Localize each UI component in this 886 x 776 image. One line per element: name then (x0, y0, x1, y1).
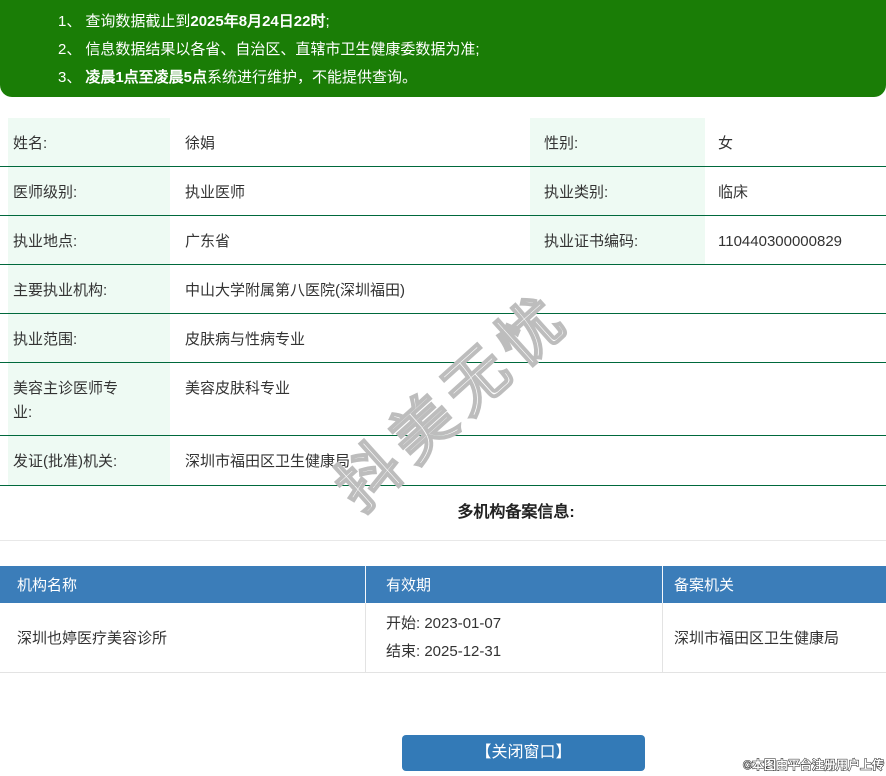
filing-table-container: 机构名称 有效期 备案机关 深圳也婷医疗美容诊所 开始: 2023-01-07 … (0, 540, 886, 673)
field-label-doctor-level: 医师级别: (0, 167, 170, 215)
field-label-main-institution: 主要执业机构: (0, 265, 170, 313)
notice-number: 2、 (58, 41, 82, 58)
cell-validity-period: 开始: 2023-01-07 结束: 2025-12-31 (365, 603, 662, 672)
field-value-main-institution: 中山大学附属第八医院(深圳福田) (185, 282, 405, 299)
field-label-issuing-authority: 发证(批准)机关: (0, 436, 170, 485)
filing-table: 机构名称 有效期 备案机关 深圳也婷医疗美容诊所 开始: 2023-01-07 … (0, 566, 886, 673)
cell-filing-authority: 深圳市福田区卫生健康局 (662, 603, 886, 672)
notice-number: 3、 (58, 69, 82, 86)
notice-line-2: 2、 信息数据结果以各省、自治区、直辖市卫生健康委数据为准; (58, 36, 866, 64)
notice-text: 信息数据结果以各省、自治区、直辖市卫生健康委数据为准; (85, 41, 480, 58)
close-window-button[interactable]: 【关闭窗口】 (402, 735, 645, 771)
field-value-practice-location: 广东省 (185, 233, 231, 250)
table-row: 姓名: 徐娟 性别: 女 (0, 118, 886, 167)
validity-start-date: 开始: 2023-01-07 (386, 614, 502, 632)
field-label-gender: 性别: (530, 118, 705, 166)
notice-text-tail: 系统进行维护，不能提供查询。 (207, 69, 418, 86)
notice-number: 1、 (58, 13, 82, 30)
cell-institution-name: 深圳也婷医疗美容诊所 (17, 630, 168, 647)
field-label-practice-scope: 执业范围: (0, 314, 170, 362)
table-row: 医师级别: 执业医师 执业类别: 临床 (0, 167, 886, 216)
field-label-certificate-number: 执业证书编码: (530, 216, 705, 264)
table-row: 美容主诊医师专业: 美容皮肤科专业 (0, 363, 886, 436)
field-value-certificate-number: 110440300000829 (718, 233, 843, 250)
table-row: 执业地点: 广东省 执业证书编码: 110440300000829 (0, 216, 886, 265)
notice-text-tail: ; (325, 13, 330, 30)
table-row: 主要执业机构: 中山大学附属第八医院(深圳福田) (0, 265, 886, 314)
column-header-validity-period: 有效期 (365, 566, 662, 603)
field-value-issuing-authority: 深圳市福田区卫生健康局 (185, 453, 351, 470)
filing-table-header-row: 机构名称 有效期 备案机关 (0, 566, 886, 603)
notice-banner: 1、 查询数据截止到2025年8月24日22时; 2、 信息数据结果以各省、自治区、… (0, 0, 886, 97)
upload-credit-stamp: ©本图由平台注册用户上传 (743, 758, 885, 773)
table-row: 深圳也婷医疗美容诊所 开始: 2023-01-07 结束: 2025-12-31… (0, 603, 886, 673)
field-label-practice-location: 执业地点: (0, 216, 170, 264)
column-header-institution-name: 机构名称 (17, 577, 78, 594)
field-label-name: 姓名: (0, 118, 170, 166)
notice-line-1: 1、 查询数据截止到2025年8月24日22时; (58, 8, 866, 36)
field-value-name: 徐娟 (185, 135, 216, 152)
notice-text: 查询数据截止到 (85, 13, 191, 30)
table-row: 发证(批准)机关: 深圳市福田区卫生健康局 (0, 436, 886, 486)
notice-line-3: 3、 凌晨1点至凌晨5点系统进行维护，不能提供查询。 (58, 64, 866, 92)
license-query-result-page: 1、 查询数据截止到2025年8月24日22时; 2、 信息数据结果以各省、自治区、… (0, 0, 886, 776)
column-header-filing-authority: 备案机关 (662, 566, 886, 603)
field-value-practice-scope: 皮肤病与性病专业 (185, 331, 306, 348)
notice-text-bold: 2025年8月24日22时 (190, 13, 326, 30)
field-label-practice-category: 执业类别: (530, 167, 705, 215)
field-value-gender: 女 (718, 135, 734, 152)
multi-institution-section-title: 多机构备案信息: (457, 504, 575, 521)
notice-text-bold: 凌晨1点至凌晨5点 (85, 69, 208, 86)
field-value-practice-category: 临床 (718, 184, 749, 201)
table-row: 执业范围: 皮肤病与性病专业 (0, 314, 886, 363)
field-label-cosmetic-specialty: 美容主诊医师专业: (0, 363, 170, 435)
validity-end-date: 结束: 2025-12-31 (386, 642, 502, 660)
field-value-cosmetic-specialty: 美容皮肤科专业 (185, 380, 291, 397)
field-value-doctor-level: 执业医师 (185, 184, 246, 201)
doctor-info-table: 姓名: 徐娟 性别: 女 医师级别: 执业医师 执业类别: 临床 执业地点: 广… (0, 118, 886, 486)
